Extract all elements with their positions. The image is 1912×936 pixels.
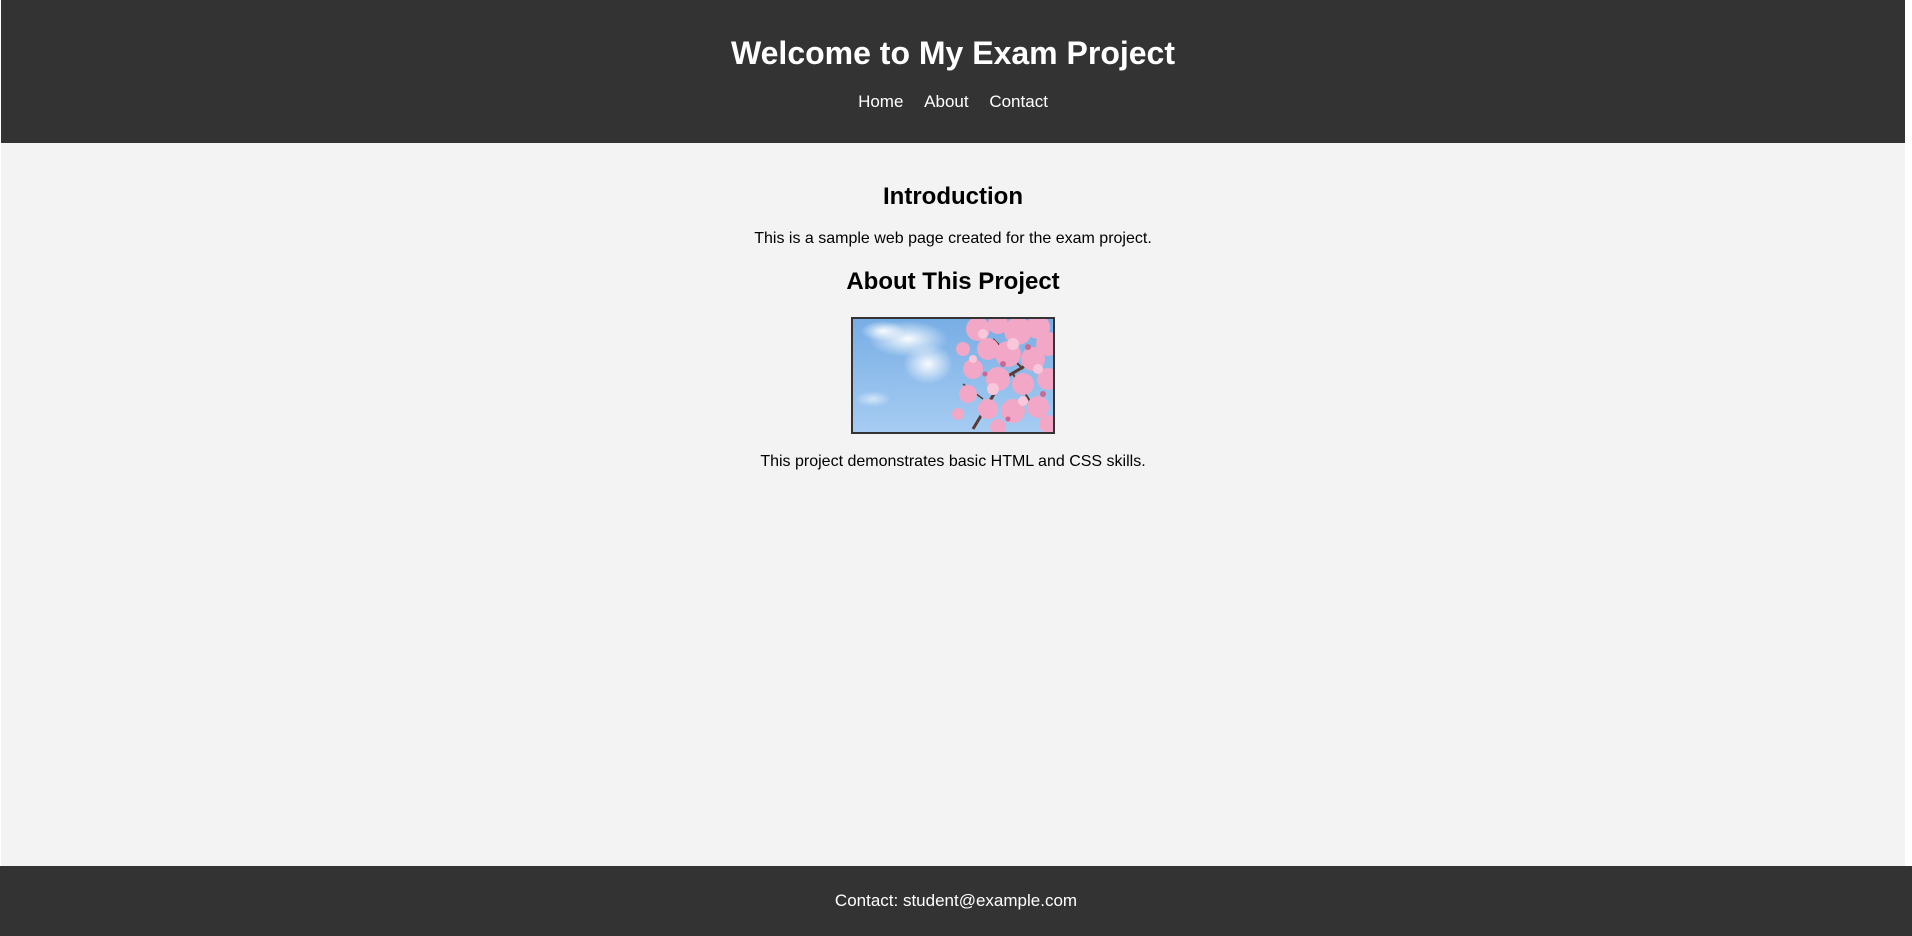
about-heading: About This Project [846,268,1060,295]
main-nav: Home About Contact [1,92,1905,112]
nav-link-home[interactable]: Home [858,92,903,111]
site-title: Welcome to My Exam Project [731,35,1175,71]
about-text: This project demonstrates basic HTML and… [760,453,1146,470]
nav-link-about[interactable]: About [924,92,968,111]
introduction-heading: Introduction [883,183,1023,210]
footer-contact: Contact: student@example.com [834,891,1078,910]
site-footer: Contact: student@example.com [0,866,1912,936]
introduction-text: This is a sample web page created for th… [754,230,1152,247]
page-body: Welcome to My Exam Project Home About Co… [1,0,1905,936]
cherry-blossom-image [851,317,1055,434]
site-header: Welcome to My Exam Project Home About Co… [1,0,1905,143]
nav-link-contact[interactable]: Contact [989,92,1048,111]
